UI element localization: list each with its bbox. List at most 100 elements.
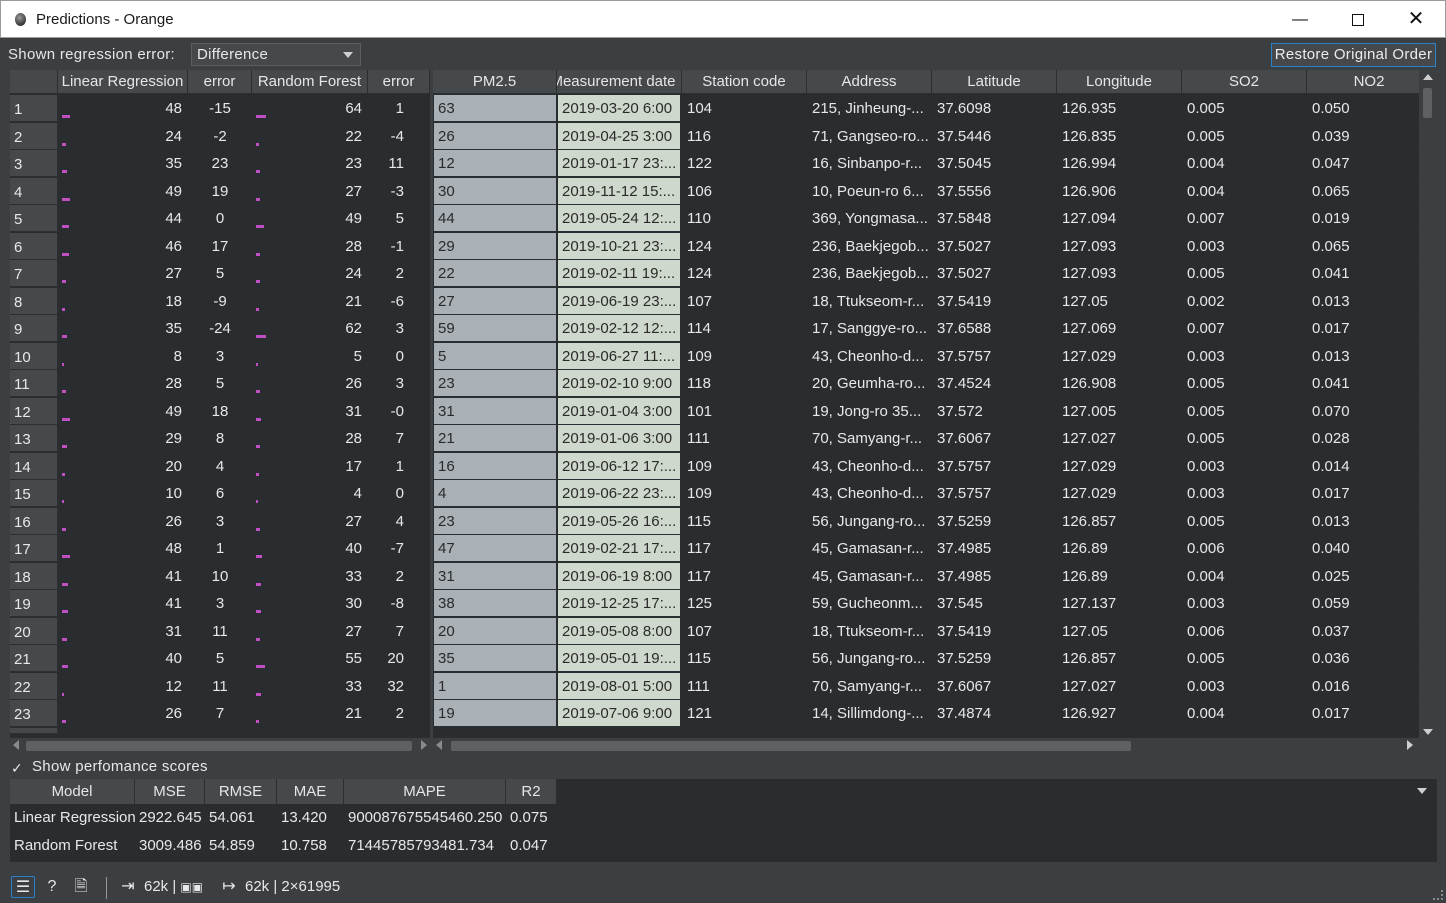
table-row[interactable]: 1 48 -15 64 1 <box>10 95 430 122</box>
latitude-cell: 37.5259 <box>933 507 1055 535</box>
table-row[interactable]: 23 2019-05-26 16:... 115 56, Jungang-ro... 3… <box>433 507 1419 535</box>
table-row[interactable]: 14 20 4 17 1 <box>10 452 430 480</box>
table-row[interactable]: 22 12 11 33 32 <box>10 672 430 700</box>
table-row[interactable]: 31 2019-06-19 8:00 117 45, Gamasan-r... 37.4… <box>433 562 1419 590</box>
table-row[interactable]: 35 2019-05-01 19:... 115 56, Jungang-ro... 3… <box>433 645 1419 672</box>
scroll-up-icon <box>1423 74 1433 80</box>
table-row[interactable]: 5 44 0 49 5 <box>10 205 430 232</box>
header-pm25[interactable]: PM2.5 <box>433 70 557 94</box>
header-measurement-date[interactable]: Measurement date <box>557 70 682 94</box>
table-row[interactable]: 15 10 6 4 0 <box>10 480 430 507</box>
table-row[interactable]: 26 2019-04-25 3:00 116 71, Gangseo-ro... 37.… <box>433 122 1419 150</box>
linear-regression-bar <box>62 582 68 586</box>
table-row[interactable]: 59 2019-02-12 12:... 114 17, Sanggye-ro... 3… <box>433 315 1419 342</box>
so2-cell: 0.004 <box>1183 177 1305 205</box>
table-row[interactable]: 7 27 5 24 2 <box>10 260 430 287</box>
table-row[interactable]: 20 31 11 27 7 <box>10 617 430 645</box>
header-rf-error[interactable]: error <box>368 70 430 94</box>
table-row[interactable]: 23 2019-02-10 9:00 118 20, Geumha-ro... 37.4… <box>433 370 1419 397</box>
table-row[interactable]: 6 46 17 28 -1 <box>10 232 430 260</box>
error-mode-dropdown[interactable]: Difference <box>191 43 361 66</box>
corner-header <box>10 70 58 94</box>
table-row[interactable]: 20 2019-05-08 8:00 107 18, Ttukseom-r... 37.… <box>433 617 1419 645</box>
header-latitude[interactable]: Latitude <box>932 70 1057 94</box>
table-row[interactable]: 4 2019-06-22 23:... 109 43, Cheonho-d... 37.… <box>433 480 1419 507</box>
error-mode-value: Difference <box>197 46 269 63</box>
random-forest-bar <box>256 665 265 668</box>
table-row[interactable]: 22 2019-02-11 19:... 124 236, Baekjegob... 3… <box>433 260 1419 287</box>
predictions-horizontal-scrollbar[interactable] <box>10 737 430 753</box>
table-row[interactable]: 11 28 5 26 3 <box>10 370 430 397</box>
header-linear-regression[interactable]: Linear Regression <box>58 70 188 94</box>
table-row[interactable]: 17 48 1 40 -7 <box>10 535 430 562</box>
chevron-down-icon[interactable] <box>1417 788 1427 794</box>
table-row[interactable]: 21 40 5 55 20 <box>10 645 430 672</box>
table-row[interactable]: 12 49 18 31 -0 <box>10 397 430 425</box>
table-row[interactable]: 10 8 3 5 0 <box>10 342 430 370</box>
minimize-button[interactable]: — <box>1271 1 1329 38</box>
no2-cell: 0.017 <box>1308 700 1419 727</box>
longitude-cell: 126.908 <box>1058 370 1180 397</box>
mae-value: 10.758 <box>281 837 327 854</box>
random-forest-error: 2 <box>395 265 404 282</box>
table-row[interactable]: 16 2019-06-12 17:... 109 43, Cheonho-d... 37… <box>433 452 1419 480</box>
header-address[interactable]: Address <box>807 70 932 94</box>
table-row[interactable]: 13 29 8 28 7 <box>10 425 430 452</box>
row-index: 19 <box>10 590 58 617</box>
table-row[interactable]: 47 2019-02-21 17:... 117 45, Gamasan-r... 37… <box>433 535 1419 562</box>
table-row[interactable]: 31 2019-01-04 3:00 101 19, Jong-ro 35... 37.… <box>433 397 1419 425</box>
report-icon[interactable]: 🗎 <box>71 876 91 898</box>
predictions-table[interactable]: Linear Regression error Random Forest er… <box>10 70 430 737</box>
random-forest-prediction: 17 <box>345 457 362 475</box>
table-row[interactable]: 18 41 10 33 2 <box>10 562 430 590</box>
restore-original-order-button[interactable]: Restore Original Order <box>1271 43 1436 67</box>
scroll-thumb[interactable] <box>26 741 412 751</box>
scroll-thumb[interactable] <box>451 741 1131 751</box>
row-index: 8 <box>10 287 58 315</box>
data-vertical-scrollbar[interactable] <box>1419 70 1436 737</box>
table-row[interactable]: 9 35 -24 62 3 <box>10 315 430 342</box>
table-row[interactable]: 29 2019-10-21 23:... 124 236, Baekjegob... 3… <box>433 232 1419 260</box>
table-row[interactable]: 19 2019-07-06 9:00 121 14, Sillimdong-... 37… <box>433 700 1419 727</box>
table-row[interactable]: 44 2019-05-24 12:... 110 369, Yongmasa... 37… <box>433 205 1419 232</box>
table-row[interactable]: 12 2019-01-17 23:... 122 16, Sinbanpo-r... 3… <box>433 150 1419 177</box>
no2-cell: 0.041 <box>1308 370 1419 397</box>
menu-icon[interactable]: ☰ <box>11 876 35 898</box>
random-forest-bar <box>256 362 258 366</box>
scroll-thumb[interactable] <box>1423 88 1432 118</box>
resize-grip-icon[interactable] <box>1433 890 1443 900</box>
table-row[interactable]: 8 18 -9 21 -6 <box>10 287 430 315</box>
close-button[interactable]: ✕ <box>1387 1 1445 38</box>
close-icon: ✕ <box>1407 8 1425 30</box>
input-summary: 62k | ▣▣ <box>144 878 204 895</box>
table-row[interactable]: 16 26 3 27 4 <box>10 507 430 535</box>
table-row[interactable]: 23 26 7 21 2 <box>10 700 430 727</box>
table-row[interactable]: 63 2019-03-20 6:00 104 215, Jinheung-... 37.… <box>433 95 1419 122</box>
header-no2[interactable]: NO2 <box>1307 70 1419 94</box>
table-row[interactable]: 2 24 -2 22 -4 <box>10 122 430 150</box>
header-lr-error[interactable]: error <box>188 70 252 94</box>
data-table[interactable]: PM2.5 Measurement date Station code Addr… <box>433 70 1419 737</box>
maximize-button[interactable] <box>1329 1 1387 38</box>
header-so2[interactable]: SO2 <box>1182 70 1307 94</box>
show-scores-checkbox[interactable]: ✓ <box>11 761 25 775</box>
row-index: 23 <box>10 700 58 727</box>
table-row[interactable]: 3 35 23 23 11 <box>10 150 430 177</box>
table-row[interactable]: 19 41 3 30 -8 <box>10 590 430 617</box>
linear-regression-error: -9 <box>213 292 227 310</box>
table-row[interactable]: 5 2019-06-27 11:... 109 43, Cheonho-d... 37.… <box>433 342 1419 370</box>
data-horizontal-scrollbar[interactable] <box>433 737 1419 753</box>
table-row[interactable]: 1 2019-08-01 5:00 111 70, Samyang-r... 37.60… <box>433 672 1419 700</box>
header-longitude[interactable]: Longitude <box>1057 70 1182 94</box>
pm25-cell: 19 <box>434 700 556 727</box>
table-row[interactable]: 21 2019-01-06 3:00 111 70, Samyang-r... 37.6… <box>433 425 1419 452</box>
random-forest-bar <box>256 390 260 393</box>
latitude-cell: 37.4874 <box>933 700 1055 727</box>
header-random-forest[interactable]: Random Forest <box>252 70 368 94</box>
table-row[interactable]: 4 49 19 27 -3 <box>10 177 430 205</box>
table-row[interactable]: 38 2019-12-25 17:... 125 59, Gucheonm... 37.… <box>433 590 1419 617</box>
header-station-code[interactable]: Station code <box>682 70 807 94</box>
table-row[interactable]: 27 2019-06-19 23:... 107 18, Ttukseom-r... 3… <box>433 287 1419 315</box>
table-row[interactable]: 30 2019-11-12 15:... 106 10, Poeun-ro 6... 3… <box>433 177 1419 205</box>
help-icon[interactable]: ? <box>42 876 62 898</box>
